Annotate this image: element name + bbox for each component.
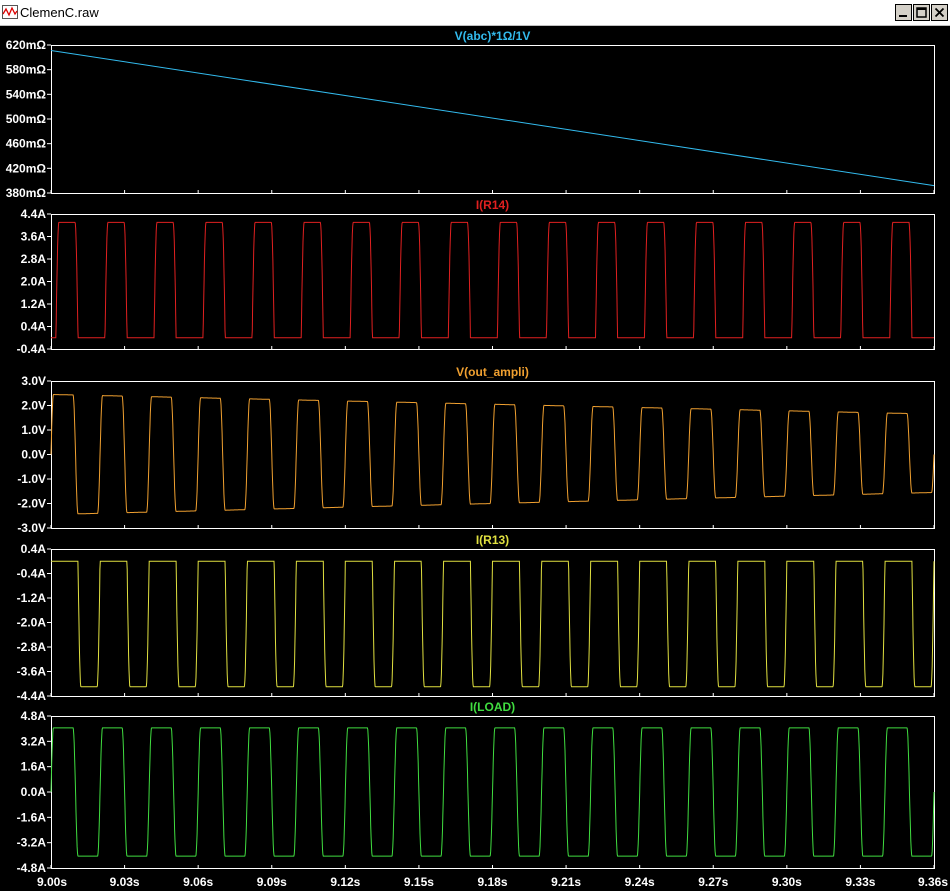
waveform-plot-area[interactable]: V(abc)*1Ω/1V 620mΩ 580mΩ 540mΩ 500mΩ 460mΩ 420… [0, 26, 950, 891]
y-tick-label: -3.2A [17, 836, 47, 850]
window-titlebar[interactable]: ClemenC.raw [0, 0, 950, 26]
y-tick-label: -1.6A [17, 810, 47, 824]
trace-line[interactable] [50, 394, 935, 515]
plot-frame [51, 214, 935, 350]
y-tick-label: 3.6A [21, 230, 47, 244]
y-tick-label: 2.0A [21, 275, 47, 289]
window-title: ClemenC.raw [20, 5, 99, 20]
y-tick-label: 620mΩ [6, 38, 47, 52]
x-tick-label: 9.36s [918, 875, 948, 889]
plot-frame [51, 45, 935, 194]
x-tick-label: 9.15s [404, 875, 434, 889]
plot-pane-4[interactable]: I(R13) 0.4A -0.4A -1.2A -2.0A -2.8A -3.6A -4.4A [17, 533, 935, 703]
y-tick-label: 1.2A [21, 297, 47, 311]
plot-frame [51, 716, 935, 869]
y-tick-label: 540mΩ [6, 87, 47, 101]
restore-icon [916, 7, 927, 18]
plot-pane-3[interactable]: V(out_ampli) 3.0V 2.0V 1.0V 0.0V -1.0V -2.0V -3… [17, 365, 935, 535]
y-tick-label: 2.0V [21, 399, 46, 413]
trace-title[interactable]: I(LOAD) [470, 700, 515, 714]
waveform-plots[interactable]: V(abc)*1Ω/1V 620mΩ 580mΩ 540mΩ 500mΩ 460mΩ 420… [0, 26, 950, 891]
trace-title[interactable]: V(out_ampli) [456, 365, 529, 379]
y-tick-label: 580mΩ [6, 63, 47, 77]
close-icon [934, 7, 945, 18]
y-tick-label: 4.8A [21, 709, 47, 723]
plot-frame [51, 381, 935, 529]
x-tick-label: 9.09s [257, 875, 287, 889]
trace-title[interactable]: V(abc)*1Ω/1V [455, 29, 531, 43]
y-tick-label: -1.2A [17, 591, 47, 605]
x-tick-label: 9.21s [551, 875, 581, 889]
y-tick-label: -2.0V [17, 497, 46, 511]
x-tick-label: 9.00s [37, 875, 67, 889]
y-tick-label: 3.0V [21, 374, 46, 388]
plot-pane-5[interactable]: I(LOAD) 4.8A 3.2A 1.6A 0.0A -1.6A -3.2A -4.8A [17, 700, 935, 875]
x-tick-label: 9.33s [845, 875, 875, 889]
minimize-icon [899, 15, 907, 17]
y-tick-label: -0.4A [17, 567, 47, 581]
x-tick-label: 9.18s [477, 875, 507, 889]
trace-line[interactable] [50, 727, 935, 857]
y-tick-label: 3.2A [21, 734, 47, 748]
y-tick-label: 4.4A [21, 207, 47, 221]
y-tick-label: -2.8A [17, 640, 47, 654]
trace-line[interactable] [51, 560, 935, 688]
x-tick-label: 9.03s [110, 875, 140, 889]
y-tick-label: -2.0A [17, 616, 47, 630]
y-tick-label: 1.0V [21, 423, 46, 437]
y-tick-label: -3.0V [17, 521, 46, 535]
y-tick-label: 2.8A [21, 252, 47, 266]
trace-title[interactable]: I(R14) [476, 198, 509, 212]
y-tick-label: 380mΩ [6, 186, 47, 200]
trace-title[interactable]: I(R13) [476, 533, 509, 547]
close-button[interactable] [931, 4, 948, 21]
restore-button[interactable] [913, 4, 930, 21]
trace-line[interactable] [51, 221, 934, 339]
y-tick-label: 0.0V [21, 448, 46, 462]
y-tick-label: -3.6A [17, 665, 47, 679]
y-tick-label: -4.8A [17, 861, 47, 875]
trace-line[interactable] [50, 50, 935, 187]
y-tick-label: -1.0V [17, 472, 46, 486]
plot-pane-2[interactable]: I(R14) 4.4A 3.6A 2.8A 2.0A 1.2A 0.4A -0.4A [17, 198, 935, 356]
y-tick-label: -4.4A [17, 689, 47, 703]
y-tick-label: 460mΩ [6, 137, 47, 151]
y-tick-label: -0.4A [17, 342, 47, 356]
waveform-app-icon [2, 5, 18, 19]
x-tick-label: 9.24s [625, 875, 655, 889]
y-tick-label: 0.4A [21, 320, 47, 334]
plot-pane-1[interactable]: V(abc)*1Ω/1V 620mΩ 580mΩ 540mΩ 500mΩ 460mΩ 420… [6, 29, 935, 200]
minimize-button[interactable] [895, 4, 912, 21]
x-tick-label: 9.12s [330, 875, 360, 889]
x-tick-label: 9.30s [772, 875, 802, 889]
x-tick-label: 9.27s [698, 875, 728, 889]
x-tick-label: 9.06s [183, 875, 213, 889]
y-tick-label: 0.4A [21, 542, 47, 556]
y-tick-label: 0.0A [21, 785, 47, 799]
y-tick-label: 1.6A [21, 760, 47, 774]
y-tick-label: 420mΩ [6, 161, 47, 175]
plot-frame [51, 549, 935, 697]
y-tick-label: 500mΩ [6, 112, 47, 126]
